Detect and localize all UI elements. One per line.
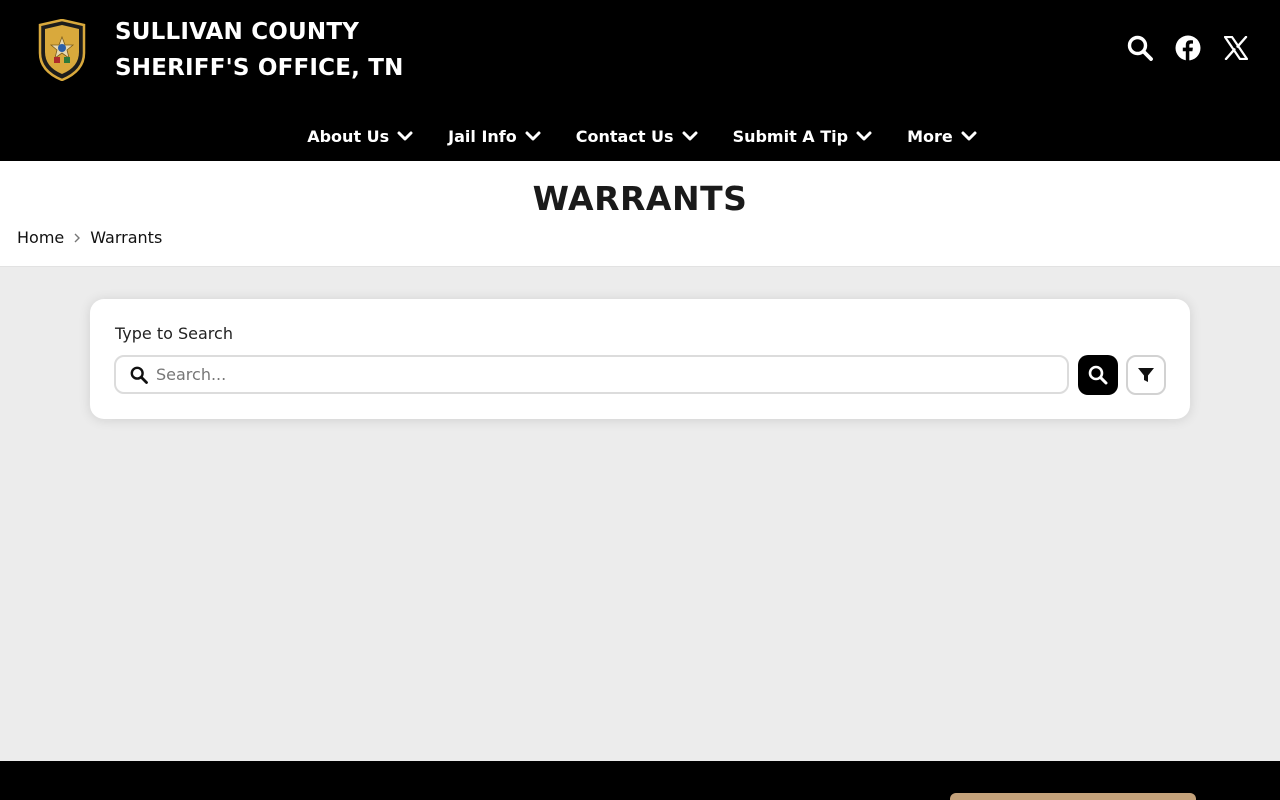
filter-icon (1138, 368, 1154, 382)
site-title-line1: SULLIVAN COUNTY (115, 19, 360, 45)
search-icon (116, 357, 156, 392)
site-title[interactable]: SULLIVAN COUNTY SHERIFF'S OFFICE, TN (115, 14, 404, 86)
chevron-down-icon (397, 131, 413, 141)
page-title: WARRANTS (532, 179, 748, 218)
search-icon[interactable] (1126, 33, 1154, 63)
filter-button[interactable] (1126, 355, 1166, 395)
search-card: Type to Search (90, 299, 1190, 419)
site-title-line2: SHERIFF'S OFFICE, TN (115, 55, 404, 81)
breadcrumb-current: Warrants (90, 228, 163, 247)
chevron-down-icon (961, 131, 977, 141)
page-title-bar: WARRANTS Home Warrants (0, 161, 1280, 267)
footer-accent-button[interactable] (950, 793, 1196, 800)
breadcrumb: Home Warrants (17, 228, 162, 247)
nav-item-jail-info[interactable]: Jail Info (448, 112, 541, 160)
chevron-down-icon (856, 131, 872, 141)
facebook-icon[interactable] (1174, 33, 1202, 63)
nav-item-label: Jail Info (448, 126, 517, 146)
search-label: Type to Search (115, 324, 233, 343)
nav-item-contact-us[interactable]: Contact Us (576, 112, 698, 160)
search-icon (1088, 365, 1108, 385)
sheriff-badge-logo[interactable] (36, 19, 88, 81)
site-header: SULLIVAN COUNTY SHERIFF'S OFFICE, TN Abo… (0, 0, 1280, 161)
x-twitter-icon[interactable] (1222, 33, 1250, 63)
chevron-down-icon (525, 131, 541, 141)
chevron-down-icon (682, 131, 698, 141)
search-input[interactable] (156, 358, 1067, 391)
nav-item-label: More (907, 126, 953, 146)
chevron-right-icon (74, 233, 81, 242)
nav-item-more[interactable]: More (907, 112, 977, 160)
search-field[interactable] (114, 355, 1069, 394)
site-footer (0, 761, 1280, 800)
nav-item-submit-a-tip[interactable]: Submit A Tip (733, 112, 873, 160)
nav-item-label: About Us (307, 126, 390, 146)
breadcrumb-home-link[interactable]: Home (17, 228, 64, 247)
header-icons (1126, 33, 1250, 63)
main-nav: About Us Jail Info Contact Us Submit A T… (0, 112, 1280, 160)
nav-item-about-us[interactable]: About Us (307, 112, 413, 160)
nav-item-label: Submit A Tip (732, 126, 849, 146)
nav-item-label: Contact Us (575, 126, 674, 146)
search-button[interactable] (1078, 355, 1118, 395)
